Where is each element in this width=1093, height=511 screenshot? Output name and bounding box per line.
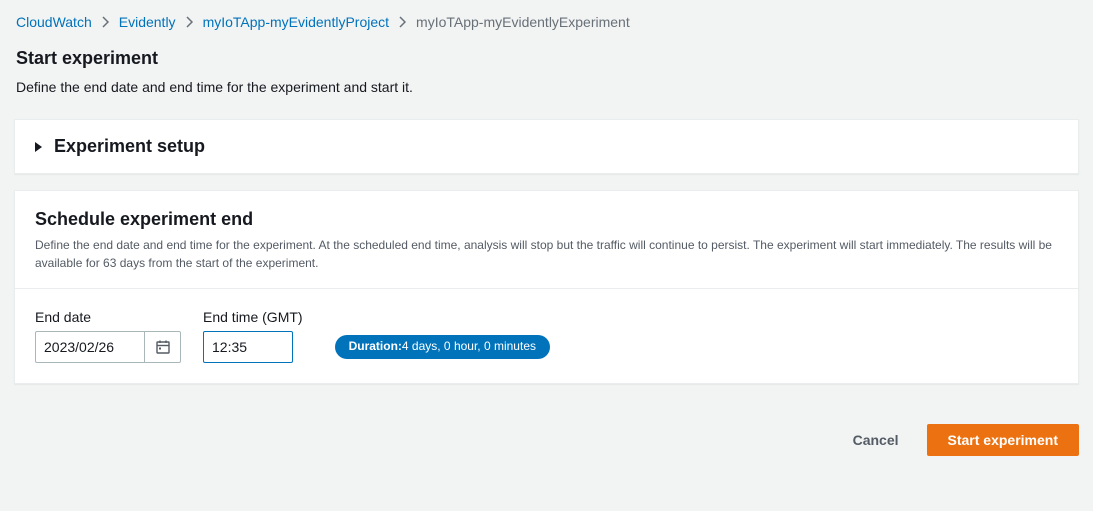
breadcrumb-link-evidently[interactable]: Evidently — [119, 14, 176, 30]
footer-actions: Cancel Start experiment — [14, 424, 1079, 456]
breadcrumb-link-project[interactable]: myIoTApp-myEvidentlyProject — [203, 14, 389, 30]
schedule-panel-description: Define the end date and end time for the… — [35, 236, 1058, 272]
schedule-panel: Schedule experiment end Define the end d… — [14, 190, 1079, 384]
end-time-field: End time (GMT) — [203, 309, 303, 363]
end-date-field: End date — [35, 309, 181, 363]
breadcrumb-link-cloudwatch[interactable]: CloudWatch — [16, 14, 92, 30]
breadcrumb: CloudWatch Evidently myIoTApp-myEvidentl… — [16, 14, 1079, 30]
experiment-setup-title: Experiment setup — [54, 136, 205, 157]
duration-label: Duration: — [349, 339, 402, 353]
breadcrumb-current: myIoTApp-myEvidentlyExperiment — [416, 14, 630, 30]
schedule-panel-header: Schedule experiment end Define the end d… — [15, 191, 1078, 289]
end-date-label: End date — [35, 309, 181, 325]
schedule-panel-body: End date End time (GMT) — [15, 289, 1078, 383]
schedule-fields: End date End time (GMT) — [35, 309, 1058, 363]
page-title: Start experiment — [16, 48, 1079, 69]
caret-right-icon — [35, 142, 42, 152]
chevron-right-icon — [102, 16, 109, 28]
end-time-label: End time (GMT) — [203, 309, 303, 325]
experiment-setup-toggle[interactable]: Experiment setup — [15, 120, 1078, 173]
end-date-input[interactable] — [35, 331, 145, 363]
duration-value: 4 days, 0 hour, 0 minutes — [402, 339, 536, 353]
chevron-right-icon — [399, 16, 406, 28]
start-experiment-button[interactable]: Start experiment — [927, 424, 1079, 456]
page-description: Define the end date and end time for the… — [16, 79, 1079, 95]
end-time-input[interactable] — [203, 331, 293, 363]
schedule-panel-title: Schedule experiment end — [35, 209, 1058, 230]
experiment-setup-panel: Experiment setup — [14, 119, 1079, 174]
end-date-input-group — [35, 331, 181, 363]
calendar-icon — [155, 339, 171, 355]
duration-badge: Duration: 4 days, 0 hour, 0 minutes — [335, 335, 550, 359]
calendar-button[interactable] — [145, 331, 181, 363]
chevron-right-icon — [186, 16, 193, 28]
cancel-button[interactable]: Cancel — [837, 424, 915, 456]
